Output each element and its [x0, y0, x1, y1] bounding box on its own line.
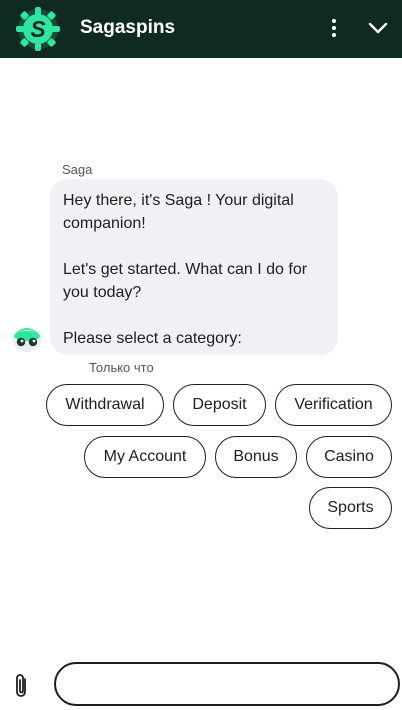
collapse-chat-button[interactable] [364, 14, 392, 42]
bot-avatar-icon [13, 328, 41, 352]
message-line: Hey there, it's Saga ! Your digital comp… [63, 192, 294, 232]
category-deposit-button[interactable]: Deposit [173, 384, 266, 426]
category-bonus-button[interactable]: Bonus [215, 436, 297, 478]
message-input[interactable] [54, 662, 400, 706]
category-sports-button[interactable]: Sports [309, 487, 392, 529]
category-verification-button[interactable]: Verification [275, 384, 392, 426]
chat-header: S Sagaspins [0, 0, 402, 58]
paperclip-icon [16, 674, 26, 697]
svg-text:S: S [30, 16, 46, 42]
bot-message-bubble: Hey there, it's Saga ! Your digital comp… [50, 179, 338, 355]
category-withdrawal-button[interactable]: Withdrawal [46, 384, 164, 426]
category-casino-button[interactable]: Casino [306, 436, 392, 478]
message-line: Please select a category: [63, 330, 242, 347]
attach-file-button[interactable] [12, 672, 32, 700]
chevron-down-icon [368, 22, 388, 34]
message-line: Let's get started. What can I do for you… [63, 261, 308, 301]
more-options-button[interactable] [322, 14, 346, 42]
message-timestamp: Только что [89, 360, 154, 375]
sender-name: Saga [62, 162, 93, 177]
sagaspins-logo: S [16, 7, 60, 51]
more-vertical-icon [332, 19, 336, 23]
category-my-account-button[interactable]: My Account [84, 436, 206, 478]
brand-name: Sagaspins [80, 17, 176, 38]
